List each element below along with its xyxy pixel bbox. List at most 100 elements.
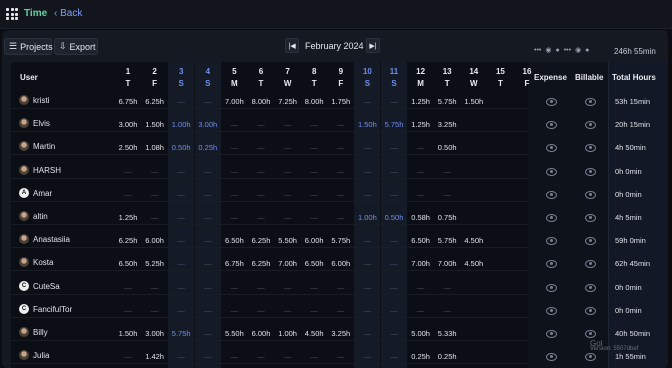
hours-cell[interactable]: 1.50h (461, 97, 487, 106)
hours-cell[interactable]: 4.50h (301, 329, 327, 338)
hours-cell[interactable]: 5.75h (168, 329, 194, 338)
hours-cell[interactable]: — (328, 283, 354, 292)
hours-cell[interactable]: — (275, 167, 301, 176)
hours-cell[interactable]: — (248, 213, 274, 222)
hours-cell[interactable]: — (142, 283, 168, 292)
hours-cell[interactable]: — (381, 97, 407, 106)
hours-cell[interactable]: — (301, 190, 327, 199)
hours-cell[interactable]: 0.50h (168, 143, 194, 152)
hours-cell[interactable]: 8.00h (301, 97, 327, 106)
hours-cell[interactable]: — (221, 120, 247, 129)
hours-cell[interactable]: — (248, 167, 274, 176)
hours-cell[interactable]: 5.75h (381, 120, 407, 129)
more-icon[interactable]: ••• (564, 47, 571, 54)
hours-cell[interactable]: — (195, 329, 221, 338)
hours-cell[interactable]: 3.00h (195, 120, 221, 129)
hours-cell[interactable]: — (195, 190, 221, 199)
hours-cell[interactable]: 1.00h (275, 329, 301, 338)
hours-cell[interactable]: — (301, 120, 327, 129)
hours-cell[interactable]: — (381, 329, 407, 338)
hours-cell[interactable]: 5.50h (275, 236, 301, 245)
hours-cell[interactable]: 5.75h (434, 97, 460, 106)
hours-cell[interactable]: 5.00h (408, 329, 434, 338)
hours-cell[interactable]: — (168, 259, 194, 268)
hours-cell[interactable]: 0.25h (434, 352, 460, 361)
hours-cell[interactable]: 1.25h (115, 213, 141, 222)
hours-cell[interactable]: — (275, 120, 301, 129)
expense-eye-icon[interactable] (546, 306, 557, 315)
hours-cell[interactable]: 6.50h (301, 259, 327, 268)
hours-cell[interactable]: — (168, 97, 194, 106)
expense-eye-icon[interactable] (546, 190, 557, 199)
user-name[interactable]: kristi (33, 96, 49, 105)
hours-cell[interactable]: — (195, 167, 221, 176)
hours-cell[interactable]: — (328, 190, 354, 199)
hours-cell[interactable]: 5.75h (328, 236, 354, 245)
hours-cell[interactable]: 6.50h (221, 236, 247, 245)
hours-cell[interactable]: — (381, 190, 407, 199)
hours-cell[interactable]: — (354, 329, 380, 338)
hours-cell[interactable]: — (301, 352, 327, 361)
hours-cell[interactable]: — (195, 259, 221, 268)
hours-cell[interactable]: — (408, 167, 434, 176)
hours-cell[interactable]: 6.50h (115, 259, 141, 268)
hours-cell[interactable]: 7.00h (434, 259, 460, 268)
user-name[interactable]: FancifulTor (33, 305, 72, 314)
user-name[interactable]: altin (33, 212, 48, 221)
eye-icon[interactable]: ◉ (545, 46, 551, 54)
expense-eye-icon[interactable] (546, 98, 557, 106)
user-name[interactable]: CuteSa (33, 282, 60, 291)
hours-cell[interactable]: — (142, 167, 168, 176)
hours-cell[interactable]: — (195, 306, 221, 315)
hours-cell[interactable]: 1.00h (168, 120, 194, 129)
hours-cell[interactable]: — (354, 190, 380, 199)
hours-cell[interactable]: — (354, 236, 380, 245)
hours-cell[interactable]: — (275, 213, 301, 222)
hours-cell[interactable]: — (195, 283, 221, 292)
user-name[interactable]: Martin (33, 142, 55, 151)
hours-cell[interactable]: — (434, 306, 460, 315)
hours-cell[interactable]: 0.25h (408, 352, 434, 361)
projects-button[interactable]: ☰ Projects (4, 38, 53, 55)
hours-cell[interactable]: — (248, 352, 274, 361)
user-name[interactable]: Anastasiia (33, 235, 70, 244)
hours-cell[interactable]: — (115, 283, 141, 292)
back-link[interactable]: ‹ Back (54, 8, 82, 19)
hours-cell[interactable]: — (168, 190, 194, 199)
hours-cell[interactable]: — (328, 120, 354, 129)
hours-cell[interactable]: — (221, 167, 247, 176)
hours-cell[interactable]: — (354, 167, 380, 176)
hours-cell[interactable]: — (248, 190, 274, 199)
hours-cell[interactable]: 3.25h (434, 120, 460, 129)
hours-cell[interactable]: 3.00h (115, 120, 141, 129)
hours-cell[interactable]: 7.00h (221, 97, 247, 106)
hours-cell[interactable]: — (301, 306, 327, 315)
hours-cell[interactable]: 6.25h (115, 236, 141, 245)
next-month-button[interactable]: ▶| (366, 38, 380, 53)
hours-cell[interactable]: 6.25h (142, 97, 168, 106)
hours-cell[interactable]: — (408, 190, 434, 199)
hours-cell[interactable]: — (381, 283, 407, 292)
expense-eye-icon[interactable] (546, 283, 557, 292)
hours-cell[interactable]: — (195, 97, 221, 106)
hours-cell[interactable]: — (275, 306, 301, 315)
hours-cell[interactable]: — (115, 352, 141, 361)
hours-cell[interactable]: — (168, 352, 194, 361)
hours-cell[interactable]: — (275, 352, 301, 361)
hours-cell[interactable]: — (328, 167, 354, 176)
expense-eye-icon[interactable] (546, 167, 557, 176)
billable-eye-icon[interactable] (585, 330, 596, 338)
hours-cell[interactable]: — (301, 283, 327, 292)
hours-cell[interactable]: — (248, 143, 274, 152)
hours-cell[interactable]: — (301, 167, 327, 176)
hours-cell[interactable]: 2.50h (115, 143, 141, 152)
apps-grid-icon[interactable] (6, 8, 18, 20)
hours-cell[interactable]: — (221, 352, 247, 361)
hours-cell[interactable]: — (168, 306, 194, 315)
hours-cell[interactable]: — (354, 97, 380, 106)
hours-cell[interactable]: 5.75h (434, 236, 460, 245)
hours-cell[interactable]: — (195, 352, 221, 361)
hours-cell[interactable]: — (221, 283, 247, 292)
hours-cell[interactable]: 1.25h (408, 120, 434, 129)
hours-cell[interactable]: 4.50h (461, 236, 487, 245)
